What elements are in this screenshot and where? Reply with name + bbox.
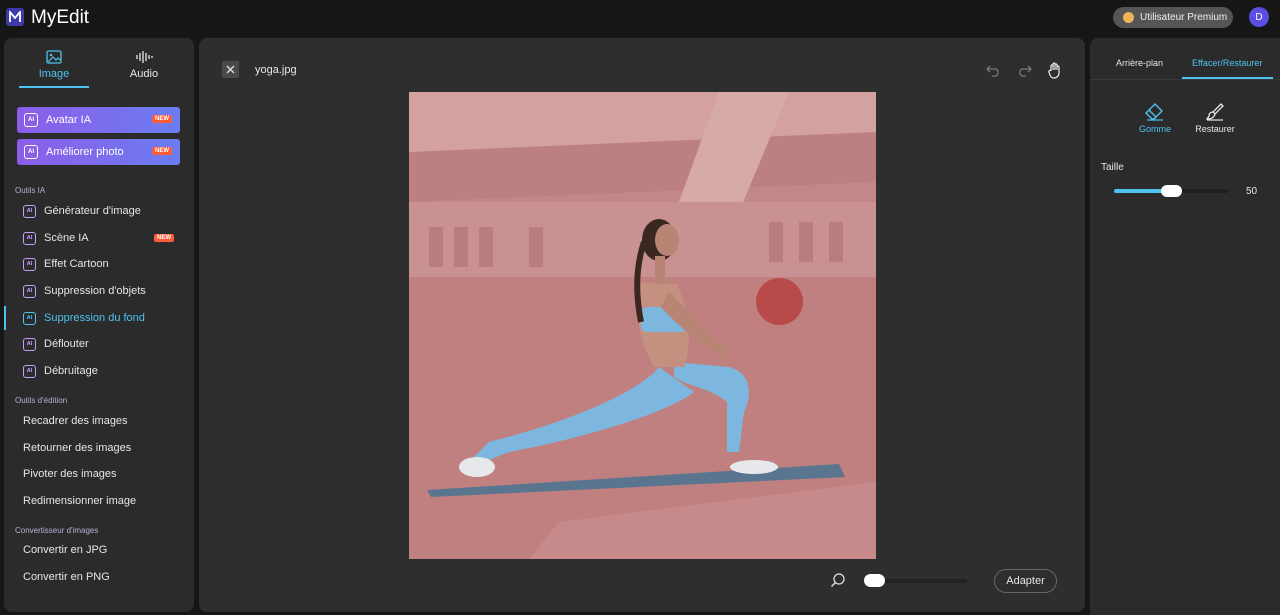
- sidebar-item-pivoter[interactable]: Pivoter des images: [4, 462, 194, 486]
- close-icon: [226, 65, 235, 74]
- mode-tab-audio-label: Audio: [129, 68, 159, 80]
- sidebar-item-convertir-png[interactable]: Convertir en PNG: [4, 565, 194, 589]
- audio-wave-icon: [99, 46, 189, 68]
- sidebar-item-recadrer[interactable]: Recadrer des images: [4, 409, 194, 433]
- restaurer-label: Restaurer: [1195, 124, 1235, 134]
- ai-sparkle-icon: AI: [23, 204, 36, 218]
- premium-coin-icon: [1123, 12, 1134, 23]
- tab-arriere-plan[interactable]: Arrière-plan: [1116, 58, 1163, 68]
- mode-tab-underline: [19, 86, 89, 88]
- sidebar-item-retourner[interactable]: Retourner des images: [4, 436, 194, 460]
- promo-ameliorer-photo[interactable]: AI Améliorer photo NEW: [17, 139, 180, 165]
- ai-sparkle-icon: AI: [23, 364, 36, 378]
- sidebar-item-label: Débruitage: [44, 365, 98, 377]
- new-badge: NEW: [154, 234, 174, 242]
- eraser-brush-cursor: [756, 278, 803, 325]
- app-title[interactable]: MyEdit: [31, 7, 89, 29]
- close-button[interactable]: [222, 61, 239, 78]
- tab-effacer-restaurer[interactable]: Effacer/Restaurer: [1192, 58, 1262, 68]
- premium-user-badge[interactable]: Utilisateur Premium: [1113, 7, 1233, 28]
- top-bar: MyEdit Utilisateur Premium D: [0, 0, 1280, 36]
- undo-icon[interactable]: [985, 61, 1003, 79]
- gomme-label: Gomme: [1138, 124, 1171, 134]
- gomme-tool-button[interactable]: Gomme: [1125, 100, 1185, 134]
- premium-label: Utilisateur Premium: [1140, 12, 1228, 23]
- myedit-logo-icon[interactable]: [6, 8, 24, 26]
- ai-sparkle-icon: AI: [24, 145, 38, 159]
- sidebar-item-label: Générateur d'image: [44, 205, 141, 217]
- promo-label: Améliorer photo: [46, 146, 124, 158]
- sidebar-item-label: Suppression d'objets: [44, 285, 146, 297]
- zoom-slider-handle[interactable]: [864, 574, 885, 587]
- mode-tab-image[interactable]: Image: [9, 46, 99, 88]
- sidebar-item-suppression-objets[interactable]: AI Suppression d'objets: [4, 279, 194, 303]
- ai-sparkle-icon: AI: [23, 284, 36, 298]
- zoom-search-icon[interactable]: [830, 572, 846, 588]
- size-slider-handle[interactable]: [1161, 185, 1182, 197]
- redo-icon[interactable]: [1015, 61, 1033, 79]
- mode-tab-image-label: Image: [38, 68, 70, 80]
- sidebar-item-suppression-fond[interactable]: AI Suppression du fond: [4, 306, 194, 330]
- size-value: 50: [1246, 186, 1258, 197]
- tab-divider: [1090, 79, 1280, 80]
- fit-adapter-button[interactable]: Adapter: [994, 569, 1057, 593]
- image-icon: [9, 46, 99, 68]
- file-name: yoga.jpg: [255, 64, 297, 76]
- section-label-convertisseur: Convertisseur d'images: [15, 526, 99, 535]
- size-label: Taille: [1101, 162, 1124, 173]
- active-tab-underline: [1182, 77, 1273, 79]
- eraser-icon: [1125, 100, 1185, 124]
- restaurer-tool-button[interactable]: Restaurer: [1185, 100, 1245, 134]
- sidebar-item-scene-ia[interactable]: AI Scène IA NEW: [4, 226, 194, 250]
- brush-icon: [1185, 100, 1245, 124]
- user-avatar[interactable]: D: [1249, 7, 1269, 27]
- section-label-outils-ia: Outils IA: [15, 186, 46, 195]
- sidebar-item-label: Scène IA: [44, 232, 89, 244]
- sidebar-item-label: Déflouter: [44, 338, 89, 350]
- ai-sparkle-icon: AI: [23, 311, 36, 325]
- section-label-outils-edition: Outils d'édition: [15, 396, 68, 405]
- ai-sparkle-icon: AI: [24, 113, 38, 127]
- sidebar-item-redimensionner[interactable]: Redimensionner image: [4, 489, 194, 513]
- hand-pan-icon[interactable]: [1046, 61, 1064, 79]
- sidebar-item-label: Suppression du fond: [44, 312, 145, 324]
- right-panel: Arrière-plan Effacer/Restaurer Gomme Res…: [1090, 38, 1280, 615]
- promo-label: Avatar IA: [46, 114, 92, 126]
- sidebar-item-label: Effet Cartoon: [44, 258, 109, 270]
- new-badge: NEW: [152, 147, 172, 155]
- editor-canvas-area: yoga.jpg Adapter: [199, 38, 1085, 612]
- new-badge: NEW: [152, 115, 172, 123]
- sidebar-item-debruitage[interactable]: AI Débruitage: [4, 359, 194, 383]
- mode-tab-audio[interactable]: Audio: [99, 46, 189, 88]
- sidebar-item-generateur-image[interactable]: AI Générateur d'image: [4, 199, 194, 223]
- ai-sparkle-icon: AI: [23, 257, 36, 271]
- ai-sparkle-icon: AI: [23, 231, 36, 245]
- yoga-photo-with-mask[interactable]: [409, 92, 876, 559]
- promo-avatar-ia[interactable]: AI Avatar IA NEW: [17, 107, 180, 133]
- left-sidebar: Image Audio AI Avatar IA NEW AI Améliore…: [4, 38, 194, 612]
- sidebar-item-convertir-jpg[interactable]: Convertir en JPG: [4, 538, 194, 562]
- sidebar-item-effet-cartoon[interactable]: AI Effet Cartoon: [4, 252, 194, 276]
- ai-sparkle-icon: AI: [23, 337, 36, 351]
- sidebar-item-deflouter[interactable]: AI Déflouter: [4, 332, 194, 356]
- yoga-photo-illustration: [409, 92, 876, 559]
